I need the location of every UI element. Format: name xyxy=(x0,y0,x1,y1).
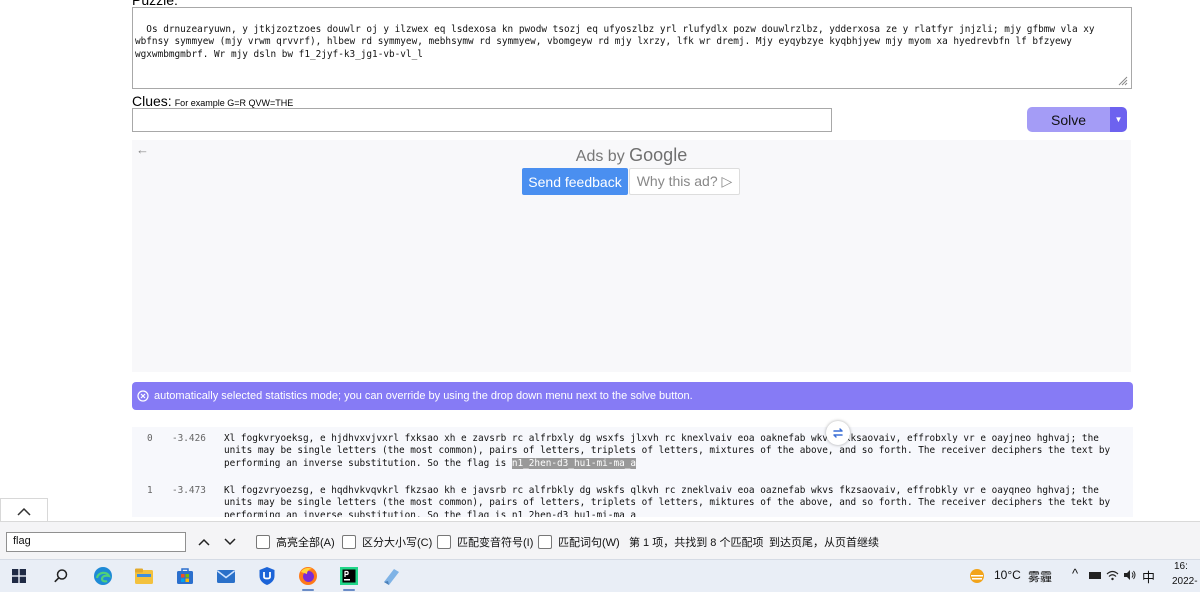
puzzle-text: Os drnuzearyuwn, y jtkjzoztzoes douwlr o… xyxy=(135,23,1101,60)
volume-icon[interactable] xyxy=(1123,569,1137,581)
clock-time[interactable]: 16: xyxy=(1174,561,1188,572)
highlight-all-label: 高亮全部(A) xyxy=(276,537,335,549)
resize-grip-icon[interactable] xyxy=(1118,76,1128,86)
weather-icon[interactable] xyxy=(968,567,986,588)
refresh-arrows-icon xyxy=(833,428,843,438)
weather-description: 雾霾 xyxy=(1028,570,1053,584)
find-highlight: n1_2hen-d3_hu1-mi-ma_a xyxy=(511,457,637,469)
clues-hint: For example G=R QVW=THE xyxy=(174,98,294,108)
find-input[interactable]: flag xyxy=(6,532,186,552)
network-icon[interactable] xyxy=(1088,571,1102,580)
windows-taskbar: 10°C 雾霾 ^ 中 16: 2022- xyxy=(0,559,1200,592)
match-case-checkbox[interactable]: 区分大小写(C) xyxy=(342,532,432,552)
whole-words-label: 匹配词句(W) xyxy=(558,537,620,549)
result-text-body: Kl fogzvryoezsg, e hqdhvkvqvkrl fkzsao k… xyxy=(224,485,1116,517)
result-score: -3.473 xyxy=(172,485,206,496)
result-text-body: Xl fogkvryoeksg, e hjdhvxvjvxrl fxksao x… xyxy=(224,433,1116,469)
match-diacritics-checkbox[interactable]: 匹配变音符号(I) xyxy=(437,532,533,552)
chevron-down-icon: ▼ xyxy=(1114,115,1123,124)
swap-icon[interactable] xyxy=(826,421,850,445)
result-text: Kl fogzvryoezsg, e hqdhvkvqvkrl fkzsao k… xyxy=(224,485,1114,517)
clues-label: Clues: xyxy=(132,93,172,109)
find-bar-collapse-button[interactable] xyxy=(0,498,48,523)
firefox-icon[interactable] xyxy=(295,564,321,591)
solve-button[interactable]: Solve xyxy=(1027,107,1110,132)
system-tray: 10°C 雾霾 ^ 中 16: 2022- xyxy=(960,560,1200,592)
puzzle-textarea[interactable]: Os drnuzearyuwn, y jtkjzoztzoes douwlr o… xyxy=(132,7,1132,89)
find-previous-button[interactable] xyxy=(198,532,210,552)
microsoft-store-icon[interactable] xyxy=(172,564,198,588)
status-alert: automatically selected statistics mode; … xyxy=(132,382,1133,410)
find-wrap-notice: 到达页尾，从页首继续 xyxy=(769,537,879,549)
checkbox-box xyxy=(538,535,552,549)
weather-temperature: 10°C xyxy=(994,568,1021,582)
chevron-up-icon xyxy=(198,538,210,546)
find-status: 第 1 项，共找到 8 个匹配项 xyxy=(629,537,764,549)
checkbox-box xyxy=(437,535,451,549)
find-bar: flag 高亮全部(A) 区分大小写(C) 匹配变音符号(I) 匹配词句(W) … xyxy=(0,521,1200,560)
windows-start-icon[interactable] xyxy=(6,564,32,588)
shield-icon[interactable] xyxy=(254,564,280,588)
match-case-label: 区分大小写(C) xyxy=(362,537,433,549)
clues-input[interactable] xyxy=(132,108,832,132)
tray-overflow-chevron-up-icon[interactable]: ^ xyxy=(1072,566,1078,581)
file-explorer-icon[interactable] xyxy=(131,564,157,588)
ad-container: ← Ads by Google Send feedback Why this a… xyxy=(132,140,1131,372)
search-icon[interactable] xyxy=(48,564,74,588)
send-feedback-button[interactable]: Send feedback xyxy=(522,168,628,195)
clues-label-row: Clues: For example G=R QVW=THE xyxy=(132,93,293,109)
edge-browser-icon[interactable] xyxy=(90,564,116,588)
input-method-indicator[interactable]: 中 xyxy=(1142,567,1155,586)
clock-date[interactable]: 2022- xyxy=(1172,576,1198,587)
chevron-up-icon xyxy=(17,507,31,516)
find-next-button[interactable] xyxy=(224,532,236,552)
notepad-app-icon[interactable] xyxy=(378,564,404,588)
google-logo-text: Google xyxy=(629,145,688,165)
result-text: Xl fogkvryoeksg, e hjdhvxvjvxrl fxksao x… xyxy=(224,433,1114,470)
checkbox-box xyxy=(256,535,270,549)
chevron-down-icon xyxy=(224,538,236,546)
close-circle-icon[interactable] xyxy=(137,390,149,402)
highlight-all-checkbox[interactable]: 高亮全部(A) xyxy=(256,532,335,552)
result-score: -3.426 xyxy=(172,433,206,444)
solve-mode-dropdown[interactable]: ▼ xyxy=(1110,107,1127,132)
checkbox-box xyxy=(342,535,356,549)
whole-words-checkbox[interactable]: 匹配词句(W) xyxy=(538,532,620,552)
mail-icon[interactable] xyxy=(213,564,239,588)
alert-text: automatically selected statistics mode; … xyxy=(154,390,693,402)
result-index: 1 xyxy=(147,485,153,496)
wifi-icon[interactable] xyxy=(1106,569,1119,581)
ads-by-google: Ads by Google xyxy=(132,145,1131,166)
result-flag: n1_2hen-d3_hu1-mi-ma_a xyxy=(511,509,637,517)
match-diacritics-label: 匹配变音符号(I) xyxy=(457,537,534,549)
why-this-ad-button[interactable]: Why this ad? ▷ xyxy=(629,168,740,195)
results-list: 0 -3.426 Xl fogkvryoeksg, e hjdhvxvjvxrl… xyxy=(132,427,1133,517)
ads-by-text: Ads by xyxy=(575,148,625,165)
result-index: 0 xyxy=(147,433,153,444)
pycharm-icon[interactable] xyxy=(336,564,362,591)
